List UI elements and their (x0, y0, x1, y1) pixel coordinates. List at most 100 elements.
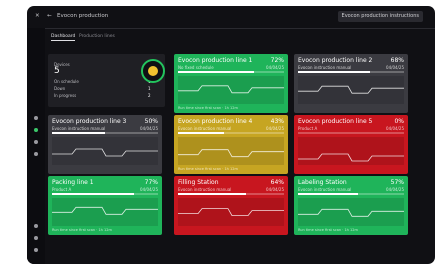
card-title: Evocon production line 1 (178, 57, 253, 64)
trend-svg (298, 208, 404, 217)
trend-line (52, 206, 158, 215)
trend-svg (52, 148, 158, 157)
status-indicator (148, 66, 158, 76)
progress-fill (178, 193, 246, 195)
summary-row-label: In progress (54, 93, 77, 98)
tab-dashboard[interactable]: Dashboard (51, 34, 76, 41)
logout-icon[interactable] (34, 248, 38, 252)
summary-row-label: On schedule (54, 79, 79, 84)
progress-bar (52, 132, 158, 134)
trend-line (178, 149, 284, 158)
card-subtitle: Evocon instruction manual (178, 126, 232, 131)
sidebar (27, 28, 45, 264)
card-subtitle: Evocon instruction manual (178, 187, 232, 192)
card-percent: 68% (390, 57, 404, 64)
card-footer: Run time since first scan · 1h 12m (178, 167, 238, 171)
card-percent: 77% (144, 179, 158, 186)
trend-svg (178, 149, 284, 158)
production-line-card[interactable]: Evocon production line 3 Evocon instructi… (48, 115, 162, 174)
card-subtitle: Evocon instruction manual (298, 65, 352, 70)
card-date: 04/04/25 (386, 126, 404, 131)
card-footer: Run time since first scan · 1h 12m (52, 228, 112, 232)
summary-total: 5 (54, 66, 60, 76)
trend-line (178, 208, 284, 216)
trend-line (178, 85, 284, 94)
card-date: 04/04/25 (386, 187, 404, 192)
progress-fill (298, 71, 371, 73)
trend-svg (178, 208, 284, 216)
lines-icon[interactable] (34, 140, 38, 144)
progress-bar (52, 193, 158, 195)
progress-fill (178, 132, 224, 134)
card-title: Evocon production line 2 (298, 57, 373, 64)
progress-fill (52, 132, 105, 134)
card-date: 04/04/25 (140, 126, 158, 131)
production-line-card[interactable]: Evocon production line 2 Evocon instructi… (294, 54, 408, 113)
progress-bar (178, 193, 284, 195)
tab-production-lines[interactable]: Production lines (79, 34, 115, 39)
card-footer: Run time since first scan · 1h 12m (178, 106, 238, 110)
card-date: 04/04/25 (386, 65, 404, 70)
production-line-card[interactable]: Evocon production line 1 No fixed schedul… (174, 54, 288, 113)
trend-svg (52, 206, 158, 215)
trend-chart (178, 198, 284, 226)
trend-svg (178, 85, 284, 94)
card-title: Evocon production line 5 (298, 118, 373, 125)
trend-line (298, 208, 404, 217)
progress-bar (298, 71, 404, 73)
card-title: Labeling Station (298, 179, 347, 186)
production-line-card[interactable]: Filling Station Evocon instruction manual… (174, 176, 288, 235)
trend-chart (52, 137, 158, 165)
card-subtitle: Evocon instruction manual (52, 126, 106, 131)
card-subtitle: Evocon instruction manual (298, 187, 352, 192)
card-percent: 43% (270, 118, 284, 125)
card-subtitle: Product A (52, 187, 72, 192)
card-percent: 72% (270, 57, 284, 64)
instructions-button[interactable]: Evocon production instructions (337, 11, 423, 22)
card-percent: 50% (144, 118, 158, 125)
card-date: 04/04/25 (266, 65, 284, 70)
settings-icon[interactable] (34, 236, 38, 240)
trend-svg (298, 85, 404, 94)
production-line-card[interactable]: Packing line 1 Product A 77% 04/04/25 Run ti… (48, 176, 162, 235)
status-gauge (141, 59, 165, 83)
card-date: 04/04/25 (266, 187, 284, 192)
trend-line (52, 148, 158, 157)
trend-chart (298, 198, 404, 226)
back-arrow-icon[interactable]: ← (47, 13, 52, 19)
card-title: Filling Station (178, 179, 219, 186)
summary-row-value: 1 (148, 86, 151, 91)
production-line-card[interactable]: Evocon production line 5 Product A 0% 04/04… (294, 115, 408, 174)
user-icon[interactable] (34, 152, 38, 156)
close-icon[interactable]: ✕ (35, 13, 40, 19)
card-title: Evocon production line 3 (52, 118, 127, 125)
trend-chart (178, 76, 284, 104)
trend-chart (298, 76, 404, 104)
card-percent: 57% (390, 179, 404, 186)
card-subtitle: Product A (298, 126, 318, 131)
production-line-card[interactable]: Labeling Station Evocon instruction manua… (294, 176, 408, 235)
progress-bar (178, 71, 284, 73)
card-title: Packing line 1 (52, 179, 94, 186)
trend-line (298, 85, 404, 94)
card-percent: 64% (270, 179, 284, 186)
progress-bar (178, 132, 284, 134)
production-line-card[interactable]: Evocon production line 4 Evocon instructi… (174, 115, 288, 174)
progress-bar (298, 132, 404, 134)
page-title: Evocon production (57, 13, 109, 19)
trend-chart (298, 137, 404, 165)
summary-row-value: 2 (148, 93, 151, 98)
trend-chart (178, 137, 284, 165)
app-window: ✕ ← Evocon production Evocon production … (27, 6, 435, 264)
help-icon[interactable] (34, 224, 38, 228)
card-subtitle: No fixed schedule (178, 65, 214, 70)
dashboard-icon[interactable] (34, 128, 38, 132)
progress-fill (52, 193, 134, 195)
home-icon[interactable] (34, 116, 38, 120)
card-footer: Run time since first scan · 1h 12m (298, 228, 358, 232)
card-title: Evocon production line 4 (178, 118, 253, 125)
card-percent: 0% (394, 118, 404, 125)
progress-bar (298, 193, 404, 195)
summary-row-label: Down (54, 86, 66, 91)
top-bar: ✕ ← Evocon production Evocon production … (27, 6, 435, 29)
